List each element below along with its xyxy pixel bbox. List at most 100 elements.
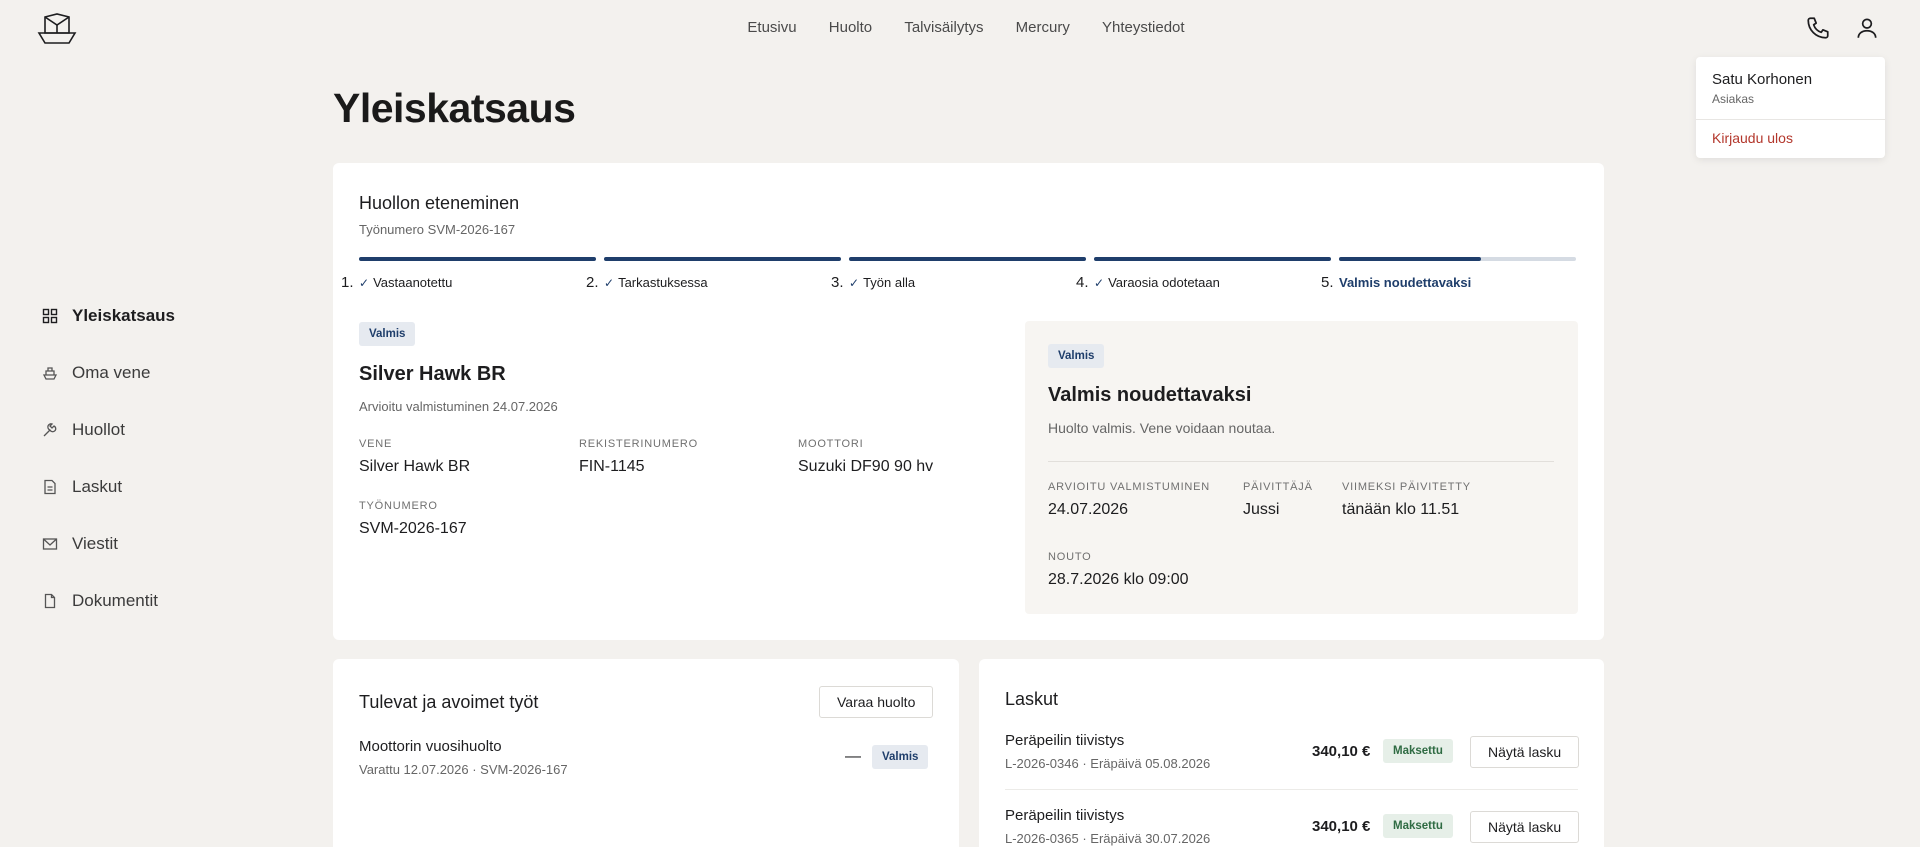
sidebar-item-label: Oma vene bbox=[72, 363, 151, 382]
field-value-updated: tänään klo 11.51 bbox=[1342, 501, 1460, 518]
step-bar bbox=[359, 257, 596, 261]
sidebar-item-label: Dokumentit bbox=[72, 591, 158, 610]
field-value-updater: Jussi bbox=[1243, 501, 1280, 518]
user-name: Satu Korhonen bbox=[1712, 71, 1813, 88]
phone-icon[interactable] bbox=[1805, 15, 1831, 41]
field-value-work: SVM-2026-167 bbox=[359, 520, 467, 537]
field-value-vene: Silver Hawk BR bbox=[359, 458, 471, 475]
view-invoice-button[interactable]: Näytä lasku bbox=[1470, 811, 1580, 843]
field-value-estimate: 24.07.2026 bbox=[1048, 501, 1129, 518]
step-label: Työn alla bbox=[863, 275, 916, 290]
step-label: Valmis noudettavaksi bbox=[1339, 275, 1472, 290]
invoice-icon bbox=[44, 479, 56, 495]
nav-huolto[interactable]: Huolto bbox=[829, 19, 872, 36]
step-bar bbox=[1339, 257, 1576, 261]
sidebar-item-yleiskatsaus[interactable]: Yleiskatsaus bbox=[42, 301, 242, 331]
estimated-completion: Arvioitu valmistuminen 24.07.2026 bbox=[359, 399, 558, 414]
work-number: Työnumero SVM-2026-167 bbox=[359, 222, 516, 237]
check-icon: ✓ bbox=[359, 275, 370, 290]
job-dash: — bbox=[845, 748, 861, 765]
user-role: Asiakas bbox=[1712, 92, 1755, 106]
field-label-updater: PÄIVITTÄJÄ bbox=[1243, 481, 1313, 493]
nav-mercury[interactable]: Mercury bbox=[1016, 19, 1070, 36]
field-label-motor: MOOTTORI bbox=[798, 438, 864, 450]
menu-divider bbox=[1696, 119, 1885, 120]
view-invoice-button[interactable]: Näytä lasku bbox=[1470, 736, 1580, 768]
field-value-pickup: 28.7.2026 klo 09:00 bbox=[1048, 571, 1189, 588]
step-number: 2. bbox=[586, 274, 599, 291]
grid-icon bbox=[42, 308, 58, 324]
step-label: Vastaanotettu bbox=[373, 275, 453, 290]
progress-title: Huollon eteneminen bbox=[359, 193, 520, 213]
boat-name: Silver Hawk BR bbox=[359, 363, 506, 385]
upcoming-jobs-card: Tulevat ja avoimet työt Varaa huolto Moo… bbox=[333, 659, 959, 847]
user-icon[interactable] bbox=[1854, 15, 1880, 41]
invoices-card: Laskut Peräpeilin tiivistys L-2026-0346 … bbox=[979, 659, 1604, 847]
invoice-amount: 340,10 € bbox=[1312, 743, 1371, 760]
check-icon: ✓ bbox=[1094, 275, 1105, 290]
mail-icon bbox=[42, 538, 58, 550]
check-icon: ✓ bbox=[849, 275, 860, 290]
field-label-pickup: NOUTO bbox=[1048, 551, 1092, 563]
status-panel: Valmis Valmis noudettavaksi Huolto valmi… bbox=[1025, 321, 1578, 614]
step-label: Varaosia odotetaan bbox=[1108, 275, 1220, 290]
document-icon bbox=[44, 593, 56, 609]
step-number: 3. bbox=[831, 274, 844, 291]
step-bar bbox=[849, 257, 1086, 261]
wrench-icon bbox=[43, 423, 57, 437]
invoice-name: Peräpeilin tiivistys bbox=[1005, 807, 1125, 824]
boat-icon bbox=[42, 367, 58, 380]
sidebar-item-label: Yleiskatsaus bbox=[72, 306, 176, 325]
page-title: Yleiskatsaus bbox=[333, 85, 576, 131]
step-label: Tarkastuksessa bbox=[618, 275, 708, 290]
field-label-reg: REKISTERINUMERO bbox=[579, 438, 698, 450]
logout-link[interactable]: Kirjaudu ulos bbox=[1712, 130, 1793, 146]
nav-talvisailytys[interactable]: Talvisäilytys bbox=[904, 19, 983, 36]
service-progress-card: Huollon eteneminen Työnumero SVM-2026-16… bbox=[333, 163, 1604, 640]
main-nav: Etusivu Huolto Talvisäilytys Mercury Yht… bbox=[0, 19, 1920, 36]
job-name: Moottorin vuosihuolto bbox=[359, 738, 502, 755]
invoice-meta: L-2026-0365 · Eräpäivä 30.07.2026 bbox=[1005, 831, 1211, 846]
jobs-title: Tulevat ja avoimet työt bbox=[359, 692, 539, 712]
sidebar-item-viestit[interactable]: Viestit bbox=[42, 529, 242, 559]
sidebar-item-label: Viestit bbox=[72, 534, 118, 553]
status-badge: Valmis bbox=[872, 745, 929, 769]
user-menu: Satu Korhonen Asiakas Kirjaudu ulos bbox=[1696, 57, 1885, 158]
sidebar-item-label: Huollot bbox=[72, 420, 125, 439]
sidebar-item-label: Laskut bbox=[72, 477, 123, 496]
field-label-updated: VIIMEKSI PÄIVITETTY bbox=[1342, 481, 1471, 493]
check-icon: ✓ bbox=[604, 275, 615, 290]
status-badge: Valmis bbox=[359, 322, 416, 346]
sidebar-item-dokumentit[interactable]: Dokumentit bbox=[42, 586, 242, 616]
step-bar-fill bbox=[1339, 257, 1482, 261]
status-badge: Valmis bbox=[1048, 344, 1105, 368]
panel-divider bbox=[1048, 461, 1554, 462]
sidebar-item-huollot[interactable]: Huollot bbox=[42, 415, 242, 445]
step-bar bbox=[604, 257, 841, 261]
invoices-title: Laskut bbox=[1005, 689, 1059, 709]
invoice-meta: L-2026-0346 · Eräpäivä 05.08.2026 bbox=[1005, 756, 1211, 771]
field-label-estimate: ARVIOITU VALMISTUMINEN bbox=[1048, 481, 1211, 493]
book-service-button[interactable]: Varaa huolto bbox=[819, 686, 934, 718]
field-label-work: TYÖNUMERO bbox=[359, 500, 438, 512]
step-number: 1. bbox=[341, 274, 354, 291]
field-value-motor: Suzuki DF90 90 hv bbox=[798, 458, 934, 475]
row-divider bbox=[1005, 789, 1578, 790]
invoice-name: Peräpeilin tiivistys bbox=[1005, 732, 1125, 749]
top-bar: Etusivu Huolto Talvisäilytys Mercury Yht… bbox=[0, 0, 1920, 56]
status-description: Huolto valmis. Vene voidaan noutaa. bbox=[1048, 420, 1276, 436]
invoice-amount: 340,10 € bbox=[1312, 818, 1371, 835]
nav-yhteystiedot[interactable]: Yhteystiedot bbox=[1102, 19, 1185, 36]
field-label-vene: VENE bbox=[359, 438, 393, 450]
step-number: 4. bbox=[1076, 274, 1089, 291]
paid-badge: Maksettu bbox=[1383, 814, 1453, 838]
job-meta: Varattu 12.07.2026 · SVM-2026-167 bbox=[359, 762, 568, 777]
nav-etusivu[interactable]: Etusivu bbox=[747, 19, 796, 36]
status-title: Valmis noudettavaksi bbox=[1048, 384, 1252, 406]
field-value-reg: FIN-1145 bbox=[579, 458, 645, 475]
sidebar-item-laskut[interactable]: Laskut bbox=[42, 472, 242, 502]
sidebar-item-oma-vene[interactable]: Oma vene bbox=[42, 358, 242, 388]
step-number: 5. bbox=[1321, 274, 1334, 291]
paid-badge: Maksettu bbox=[1383, 739, 1453, 763]
step-bar bbox=[1094, 257, 1331, 261]
